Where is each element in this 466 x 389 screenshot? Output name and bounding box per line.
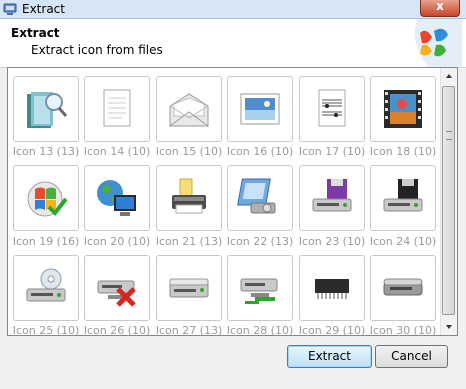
extract-dialog: Extract x Extract Extract icon from file… [0,0,466,389]
icon-tile-14[interactable] [84,76,150,142]
icon-label: Icon 25 (10) [12,324,80,336]
floppy-drive-icon [312,179,352,212]
icon-label: Icon 29 (10) [298,324,366,336]
globe-computer-icon [97,180,136,216]
icon-tile-13[interactable] [13,76,79,142]
hard-drive-icon [169,278,209,298]
icon-label: Icon 13 (13) [12,145,80,158]
music-document-icon [318,89,346,127]
memory-chip-icon [315,279,349,299]
floppy-drive-dark-icon [383,179,423,212]
window-title: Extract [22,2,65,16]
icon-tile-16[interactable] [227,76,293,142]
butterfly-logo-icon [414,19,462,67]
icon-label: Icon 28 (10) [226,324,294,336]
icon-tile-27[interactable] [156,255,222,321]
icon-tile-23[interactable] [299,165,365,231]
dialog-header: Extract Extract icon from files [0,19,466,68]
close-button[interactable]: x [420,0,460,17]
icon-label: Icon 20 (10) [83,235,151,248]
icon-tile-20[interactable] [84,165,150,231]
text-document-icon [103,89,131,127]
printer-icon [172,178,206,214]
removable-drive-icon [383,278,423,296]
icon-tile-15[interactable] [156,76,222,142]
icon-tile-30[interactable] [370,255,436,321]
icon-tile-29[interactable] [299,255,365,321]
scroll-up-icon[interactable] [441,68,457,84]
vertical-scrollbar[interactable] [440,68,457,335]
scroll-down-icon[interactable] [441,319,457,335]
icon-list-panel: Icon 13 (13) Icon 14 (10) Icon 15 (10) I… [7,67,458,336]
icon-tile-28[interactable] [227,255,293,321]
scrollbar-thumb[interactable] [442,86,455,315]
icon-label: Icon 22 (13) [226,235,294,248]
icon-tile-21[interactable] [156,165,222,231]
icon-tile-22[interactable] [227,165,293,231]
folder-search-icon [27,92,68,128]
network-drive-icon [240,278,278,304]
icon-tile-24[interactable] [370,165,436,231]
icon-label: Icon 23 (10) [298,235,366,248]
icon-tile-19[interactable] [13,165,79,231]
envelope-icon [169,93,209,127]
icon-label: Icon 14 (10) [83,145,151,158]
extract-button[interactable]: Extract [287,345,372,368]
icon-label: Icon 24 (10) [369,235,437,248]
header-subtitle: Extract icon from files [31,43,163,57]
icon-label: Icon 16 (10) [226,145,294,158]
header-title: Extract [11,26,60,40]
icon-label: Icon 18 (10) [369,145,437,158]
icon-tile-25[interactable] [13,255,79,321]
windows-shield-icon [27,181,68,217]
icon-label: Icon 15 (10) [155,145,223,158]
icon-tile-17[interactable] [299,76,365,142]
app-icon [3,3,17,15]
icon-label: Icon 30 (10) [369,324,437,336]
icon-label: Icon 21 (13) [155,235,223,248]
cancel-button[interactable]: Cancel [375,345,448,368]
control-panel-icon [237,178,276,214]
icon-tile-26[interactable] [84,255,150,321]
network-drive-disconnected-icon [97,280,136,307]
icon-grid: Icon 13 (13) Icon 14 (10) Icon 15 (10) I… [8,68,443,335]
icon-tile-18[interactable] [370,76,436,142]
icon-label: Icon 27 (13) [155,324,223,336]
icon-label: Icon 19 (16) [12,235,80,248]
cd-drive-icon [26,268,66,302]
picture-icon [240,93,280,125]
icon-label: Icon 26 (10) [83,324,151,336]
close-icon: x [436,0,444,13]
grip-icon [446,131,452,140]
icon-label: Icon 17 (10) [298,145,366,158]
title-bar: Extract x [0,0,466,19]
video-film-icon [384,90,422,128]
